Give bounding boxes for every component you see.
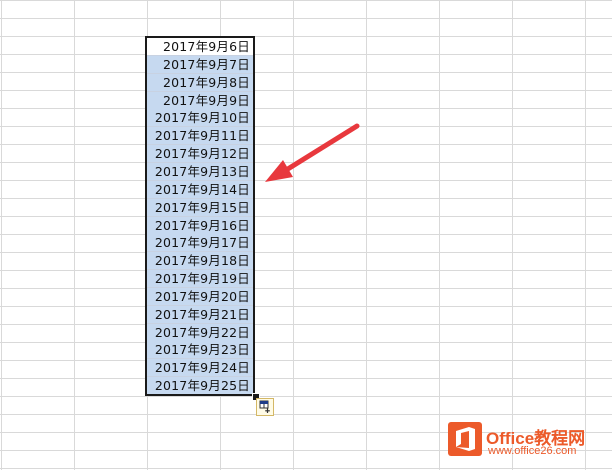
- watermark: Office教程网 www.office26.com: [448, 420, 612, 470]
- brand-url: www.office26.com: [488, 445, 577, 457]
- annotation-arrow-icon: [265, 123, 360, 182]
- office-logo-icon: [448, 422, 482, 456]
